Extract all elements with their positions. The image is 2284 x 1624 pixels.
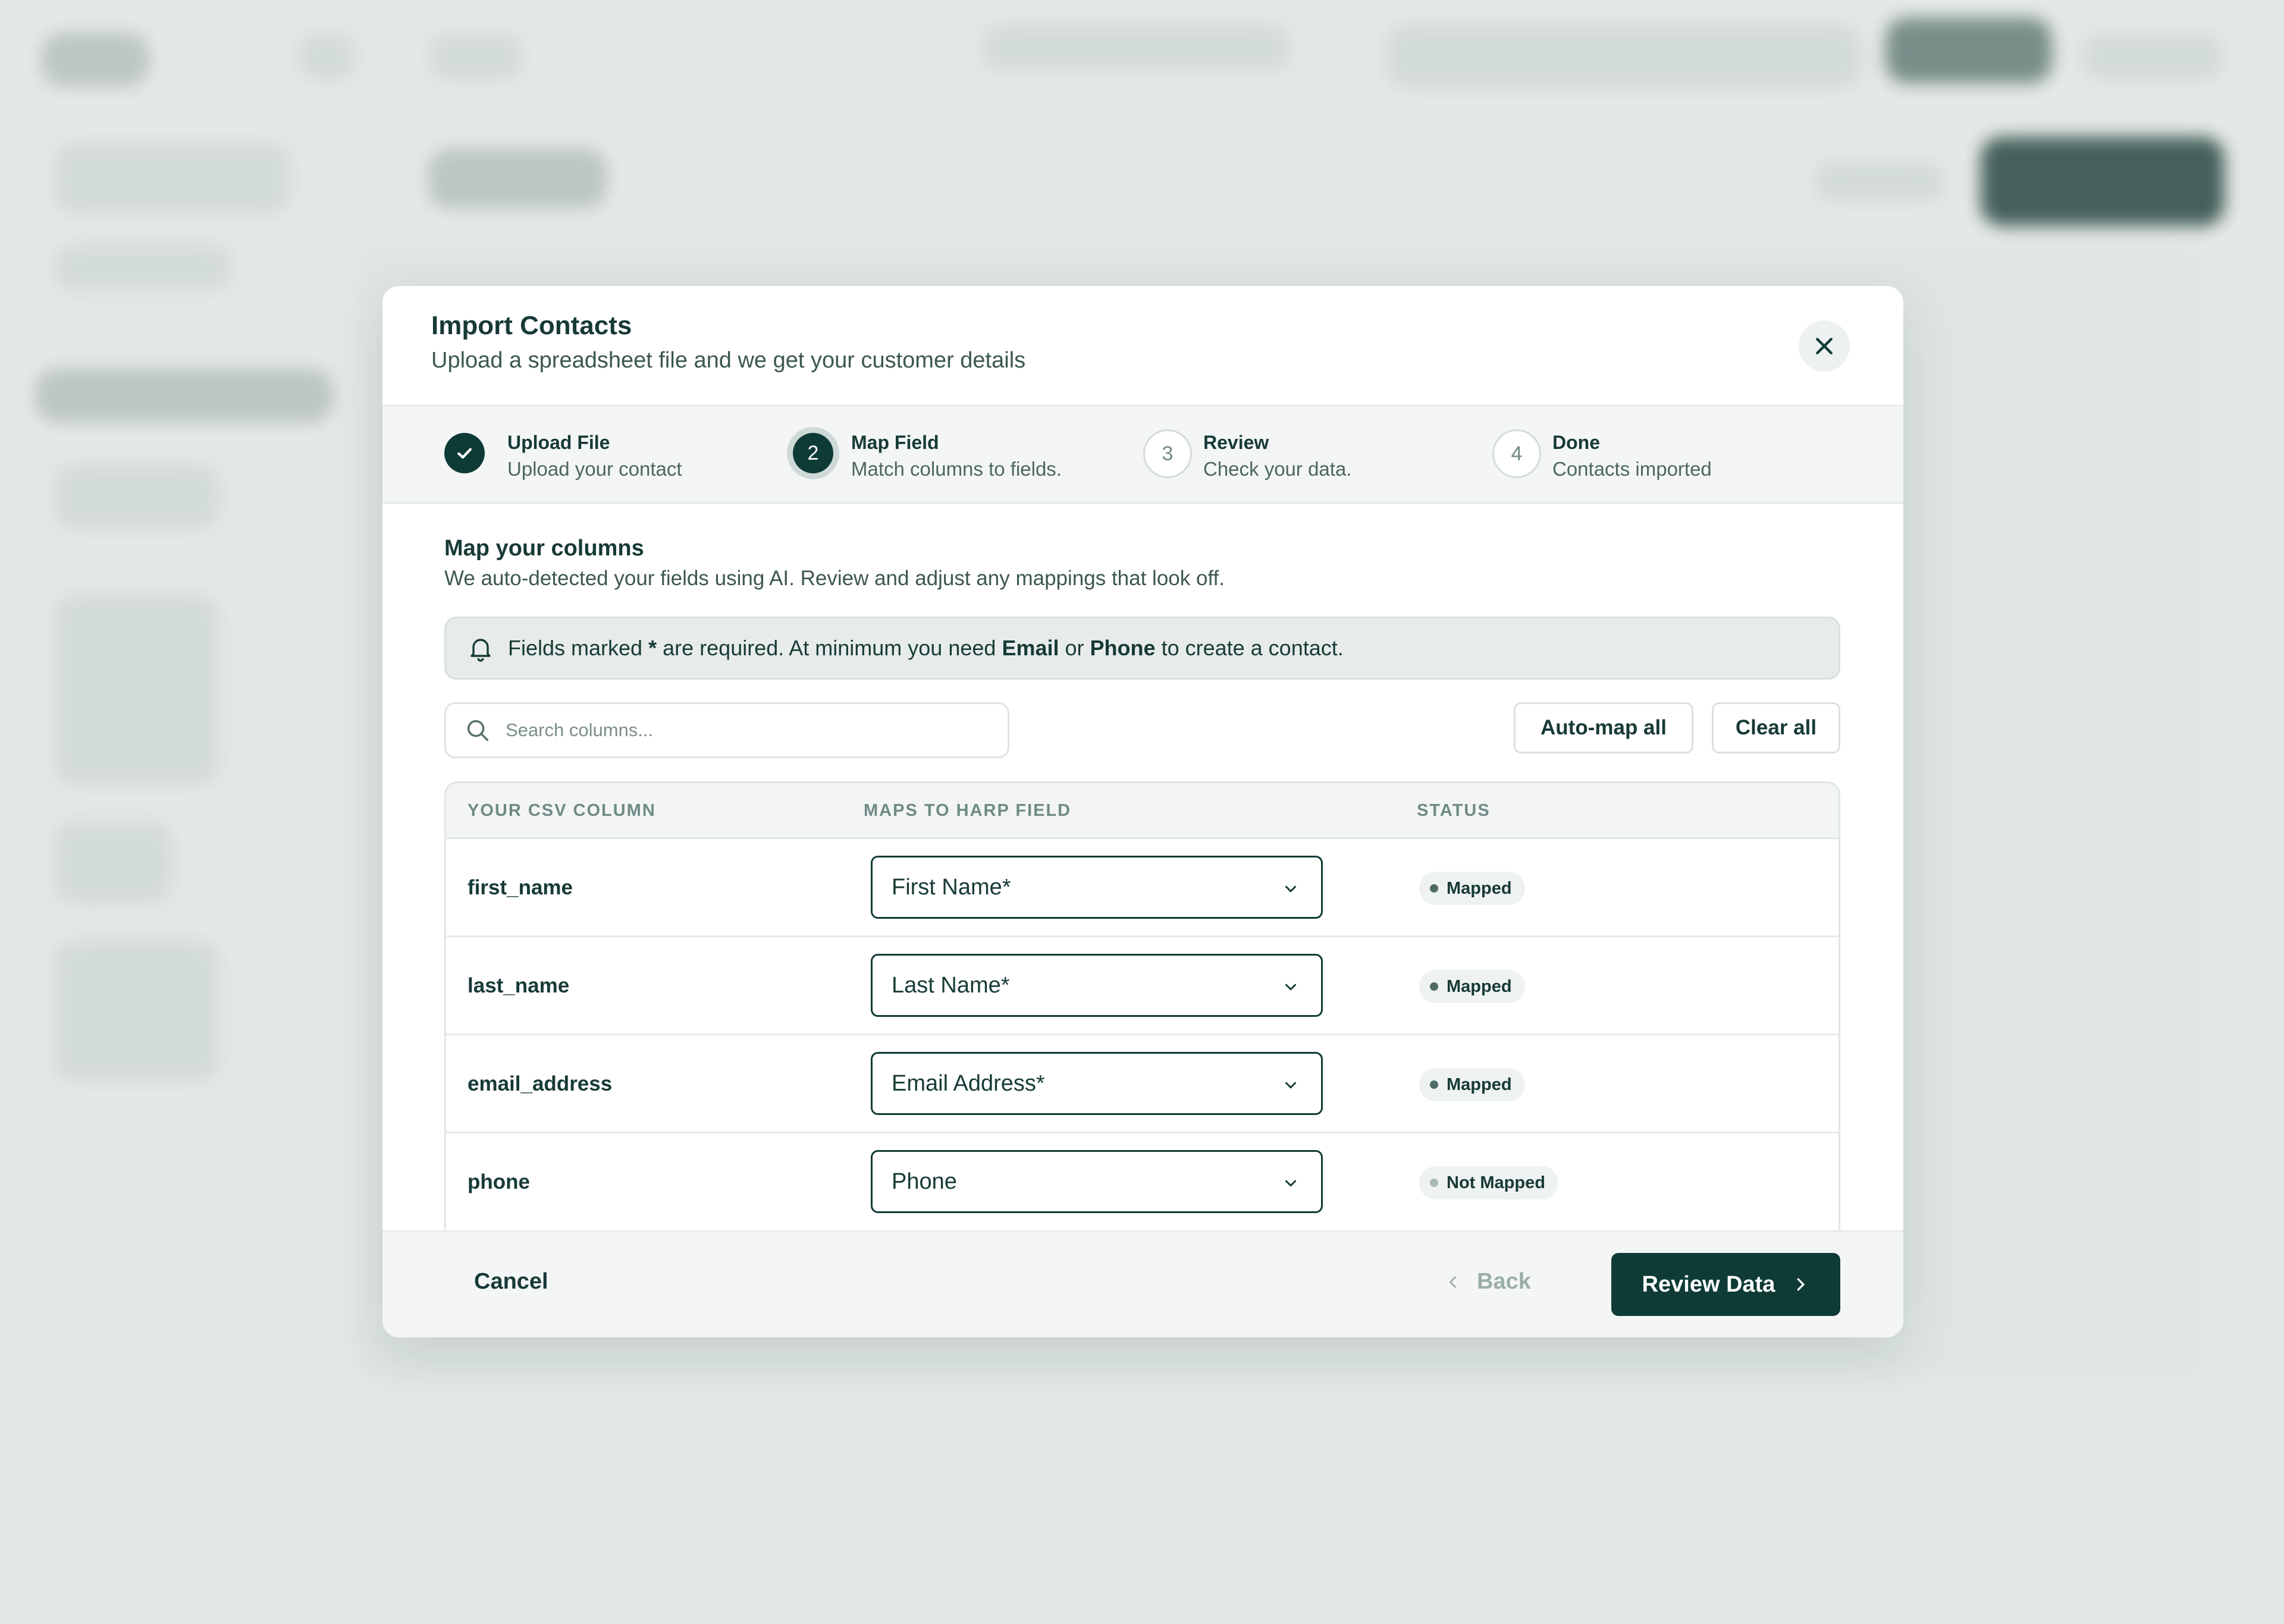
search-icon: [464, 717, 491, 744]
step-description: Check your data.: [1203, 458, 1352, 480]
import-contacts-modal: Import Contacts Upload a spreadsheet fil…: [382, 286, 1903, 1337]
status-text: Mapped: [1447, 878, 1512, 898]
column-header-csv: YOUR CSV COLUMN: [468, 801, 656, 820]
csv-column-name: last_name: [468, 974, 570, 997]
bg-page-title: [428, 149, 607, 208]
checkmark-icon: [454, 443, 475, 463]
step-number: 2: [793, 433, 833, 473]
section-description: We auto-detected your fields using AI. R…: [444, 567, 1225, 590]
bg-sidebar-active: [36, 369, 333, 422]
status-text: Mapped: [1447, 976, 1512, 996]
status-text: Not Mapped: [1447, 1173, 1545, 1192]
bg-secondary-button: [1814, 161, 1945, 202]
bg-header-button: [1885, 18, 2052, 83]
modal-subtitle: Upload a spreadsheet file and we get you…: [431, 348, 1026, 373]
search-box[interactable]: [444, 702, 1009, 758]
modal-header: Import Contacts Upload a spreadsheet fil…: [382, 286, 1903, 407]
status-dot: [1430, 982, 1438, 991]
csv-column-name: email_address: [468, 1072, 613, 1095]
step-number: 4: [1492, 429, 1541, 478]
selected-field: Email Address*: [892, 1070, 1045, 1096]
close-icon: [1812, 334, 1836, 358]
step-title: Done: [1552, 432, 1600, 453]
chevron-down-icon: [1282, 1174, 1300, 1192]
bg-sidebar-item: [54, 244, 232, 291]
notice-phone-highlight: Phone: [1090, 636, 1156, 660]
table-header: YOUR CSV COLUMN MAPS TO HARP FIELD STATU…: [446, 783, 1839, 839]
table-row: first_name First Name* Mapped: [446, 839, 1839, 937]
bg-sidebar-item: [54, 821, 172, 904]
notice-text: to create a contact.: [1161, 636, 1344, 660]
close-button[interactable]: [1799, 321, 1850, 372]
step-description: Upload your contact: [507, 458, 682, 480]
table-row: phone Phone Not Mapped: [446, 1133, 1839, 1232]
bg-nav-item: [428, 33, 523, 80]
notice-required-star: *: [648, 636, 657, 660]
status-dot: [1430, 884, 1438, 893]
bg-toolbar: [1386, 24, 1862, 89]
section-title: Map your columns: [444, 536, 644, 561]
field-select[interactable]: Email Address*: [871, 1052, 1323, 1115]
search-input[interactable]: [506, 720, 981, 741]
table-row: last_name Last Name* Mapped: [446, 937, 1839, 1035]
csv-column-name: phone: [468, 1170, 530, 1193]
step-description: Contacts imported: [1552, 458, 1712, 480]
bg-sidebar-item: [54, 464, 220, 529]
selected-field: First Name*: [892, 874, 1011, 900]
status-badge: Mapped: [1419, 872, 1525, 905]
chevron-left-icon: [1445, 1274, 1461, 1290]
back-button[interactable]: Back: [1445, 1269, 1531, 1295]
modal-title: Import Contacts: [431, 311, 632, 340]
field-select[interactable]: Last Name*: [871, 954, 1323, 1017]
chevron-down-icon: [1282, 1076, 1300, 1094]
bg-primary-button: [1981, 137, 2225, 226]
chevron-down-icon: [1282, 978, 1300, 996]
selected-field: Phone: [892, 1168, 957, 1194]
bg-sidebar-group: [54, 595, 220, 785]
step-title: Map Field: [851, 432, 939, 453]
column-header-field: MAPS TO HARP FIELD: [864, 801, 1072, 820]
bg-header-icons: [2082, 33, 2225, 80]
bg-logo: [42, 33, 149, 86]
step-complete-indicator: [444, 433, 485, 473]
field-select[interactable]: First Name*: [871, 856, 1323, 919]
step-description: Match columns to fields.: [851, 458, 1062, 480]
back-label: Back: [1477, 1269, 1531, 1294]
required-fields-notice: Fields marked * are required. At minimum…: [444, 617, 1840, 680]
selected-field: Last Name*: [892, 972, 1010, 998]
csv-column-name: first_name: [468, 876, 573, 899]
chevron-down-icon: [1282, 880, 1300, 898]
notice-text: or: [1065, 636, 1084, 660]
bg-nav-item: [297, 33, 357, 80]
status-badge: Mapped: [1419, 1068, 1525, 1101]
notice-email-highlight: Email: [1002, 636, 1059, 660]
cancel-button[interactable]: Cancel: [474, 1269, 548, 1295]
notice-text: Fields marked: [508, 636, 643, 660]
table-row: email_address Email Address* Mapped: [446, 1035, 1839, 1133]
status-dot: [1430, 1080, 1438, 1089]
status-dot: [1430, 1179, 1438, 1187]
column-header-status: STATUS: [1417, 801, 1491, 820]
import-stepper: Upload File Upload your contact 2 Map Fi…: [382, 407, 1903, 504]
auto-map-all-button[interactable]: Auto-map all: [1514, 702, 1693, 753]
bg-sidebar-group: [54, 940, 220, 1082]
clear-all-button[interactable]: Clear all: [1712, 702, 1840, 753]
step-title: Upload File: [507, 432, 610, 453]
chevron-right-icon: [1792, 1276, 1809, 1293]
review-data-label: Review Data: [1642, 1271, 1775, 1297]
bg-search: [981, 24, 1291, 71]
status-badge: Mapped: [1419, 970, 1525, 1003]
status-badge: Not Mapped: [1419, 1166, 1558, 1199]
modal-footer: Cancel Back Review Data: [382, 1230, 1903, 1337]
bell-icon: [466, 634, 495, 662]
step-number: 3: [1143, 429, 1192, 478]
notice-text: are required. At minimum you need: [663, 636, 996, 660]
bg-sidebar-item: [54, 143, 291, 214]
review-data-button[interactable]: Review Data: [1611, 1253, 1840, 1316]
field-select[interactable]: Phone: [871, 1150, 1323, 1213]
step-title: Review: [1203, 432, 1269, 453]
status-text: Mapped: [1447, 1075, 1512, 1094]
